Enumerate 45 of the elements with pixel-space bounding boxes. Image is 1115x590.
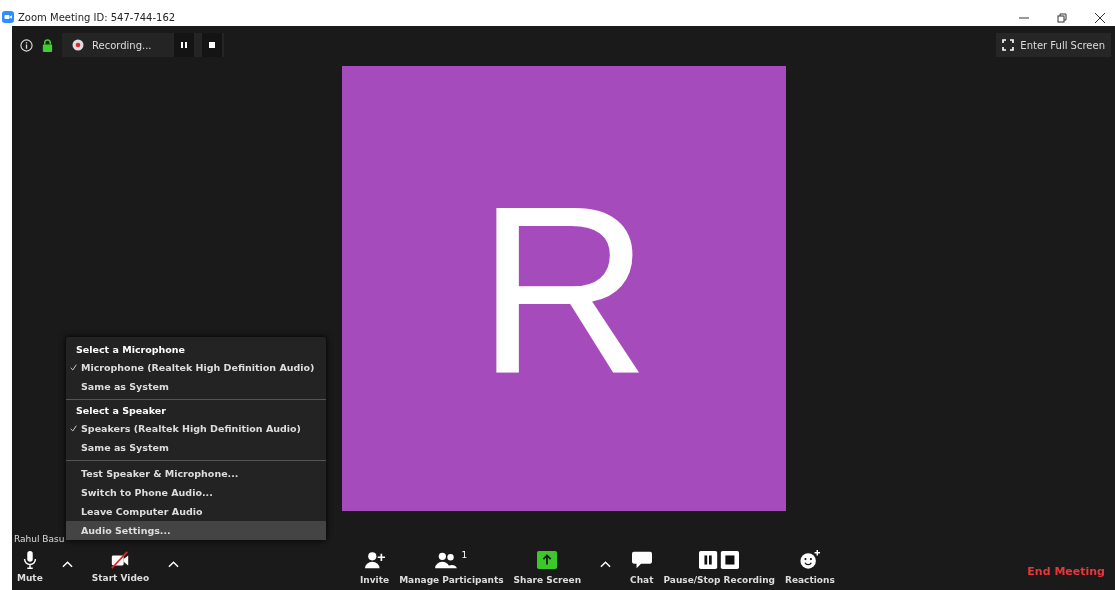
menu-item[interactable]: Audio Settings... — [66, 521, 326, 540]
menu-item[interactable]: Microphone (Realtek High Definition Audio) — [66, 358, 326, 377]
toolbar-button[interactable]: Pause/Stop Recording — [658, 550, 780, 585]
toolbar-button[interactable]: Invite — [355, 550, 395, 585]
stop-button[interactable] — [201, 33, 222, 57]
toolbar-button[interactable]: Start Video — [86, 550, 155, 583]
caret-icon[interactable] — [600, 560, 612, 568]
restore-icon[interactable] — [1057, 13, 1067, 23]
toolbar-button[interactable]: Chat — [625, 550, 659, 585]
full-screen-button[interactable]: Enter Full Screen — [996, 33, 1111, 57]
full-screen-icon — [1002, 39, 1015, 51]
chat-bubble-icon — [630, 550, 653, 570]
toolbar-button[interactable]: 1 Manage Participants — [394, 550, 509, 585]
menu-item[interactable]: Test Speaker & Microphone... — [66, 464, 326, 483]
participant-name: Rahul Basu — [14, 534, 65, 544]
close-icon[interactable] — [1095, 13, 1105, 23]
end-meeting-button[interactable]: End Meeting — [1021, 564, 1111, 579]
menu-item[interactable]: Speakers (Realtek High Definition Audio) — [66, 419, 326, 438]
avatar-initial: R — [476, 168, 651, 409]
toolbar-button[interactable]: Mute — [12, 550, 48, 583]
caret-icon[interactable] — [61, 560, 73, 568]
menu-item[interactable]: Same as System — [66, 377, 326, 396]
add-person-icon — [363, 550, 386, 570]
toolbar-button[interactable]: Reactions — [780, 550, 840, 585]
menu-item[interactable]: Switch to Phone Audio... — [66, 483, 326, 502]
check-icon — [70, 364, 77, 371]
menu-heading: Select a Speaker — [75, 404, 167, 418]
record-icon — [72, 39, 84, 51]
menu-item[interactable]: Same as System — [66, 438, 326, 457]
stop-icon — [207, 41, 216, 49]
pause-icon — [179, 41, 188, 49]
window-title: Zoom Meeting ID: 547-744-162 — [18, 11, 176, 23]
people-icon — [435, 550, 458, 570]
pause-stop-icon — [697, 550, 742, 570]
menu-item[interactable]: Leave Computer Audio — [66, 502, 326, 521]
recording-label: Recording... — [92, 39, 152, 51]
toolbar-button[interactable]: Share Screen — [508, 550, 587, 585]
share-screen-icon — [536, 550, 559, 570]
pause-button[interactable] — [173, 33, 194, 57]
caret-icon[interactable] — [168, 560, 180, 568]
info-icon[interactable] — [20, 38, 33, 52]
menu-heading: Select a Microphone — [75, 343, 187, 357]
check-icon — [70, 425, 77, 432]
lock-icon[interactable] — [41, 38, 54, 52]
smiley-icon — [798, 550, 821, 570]
